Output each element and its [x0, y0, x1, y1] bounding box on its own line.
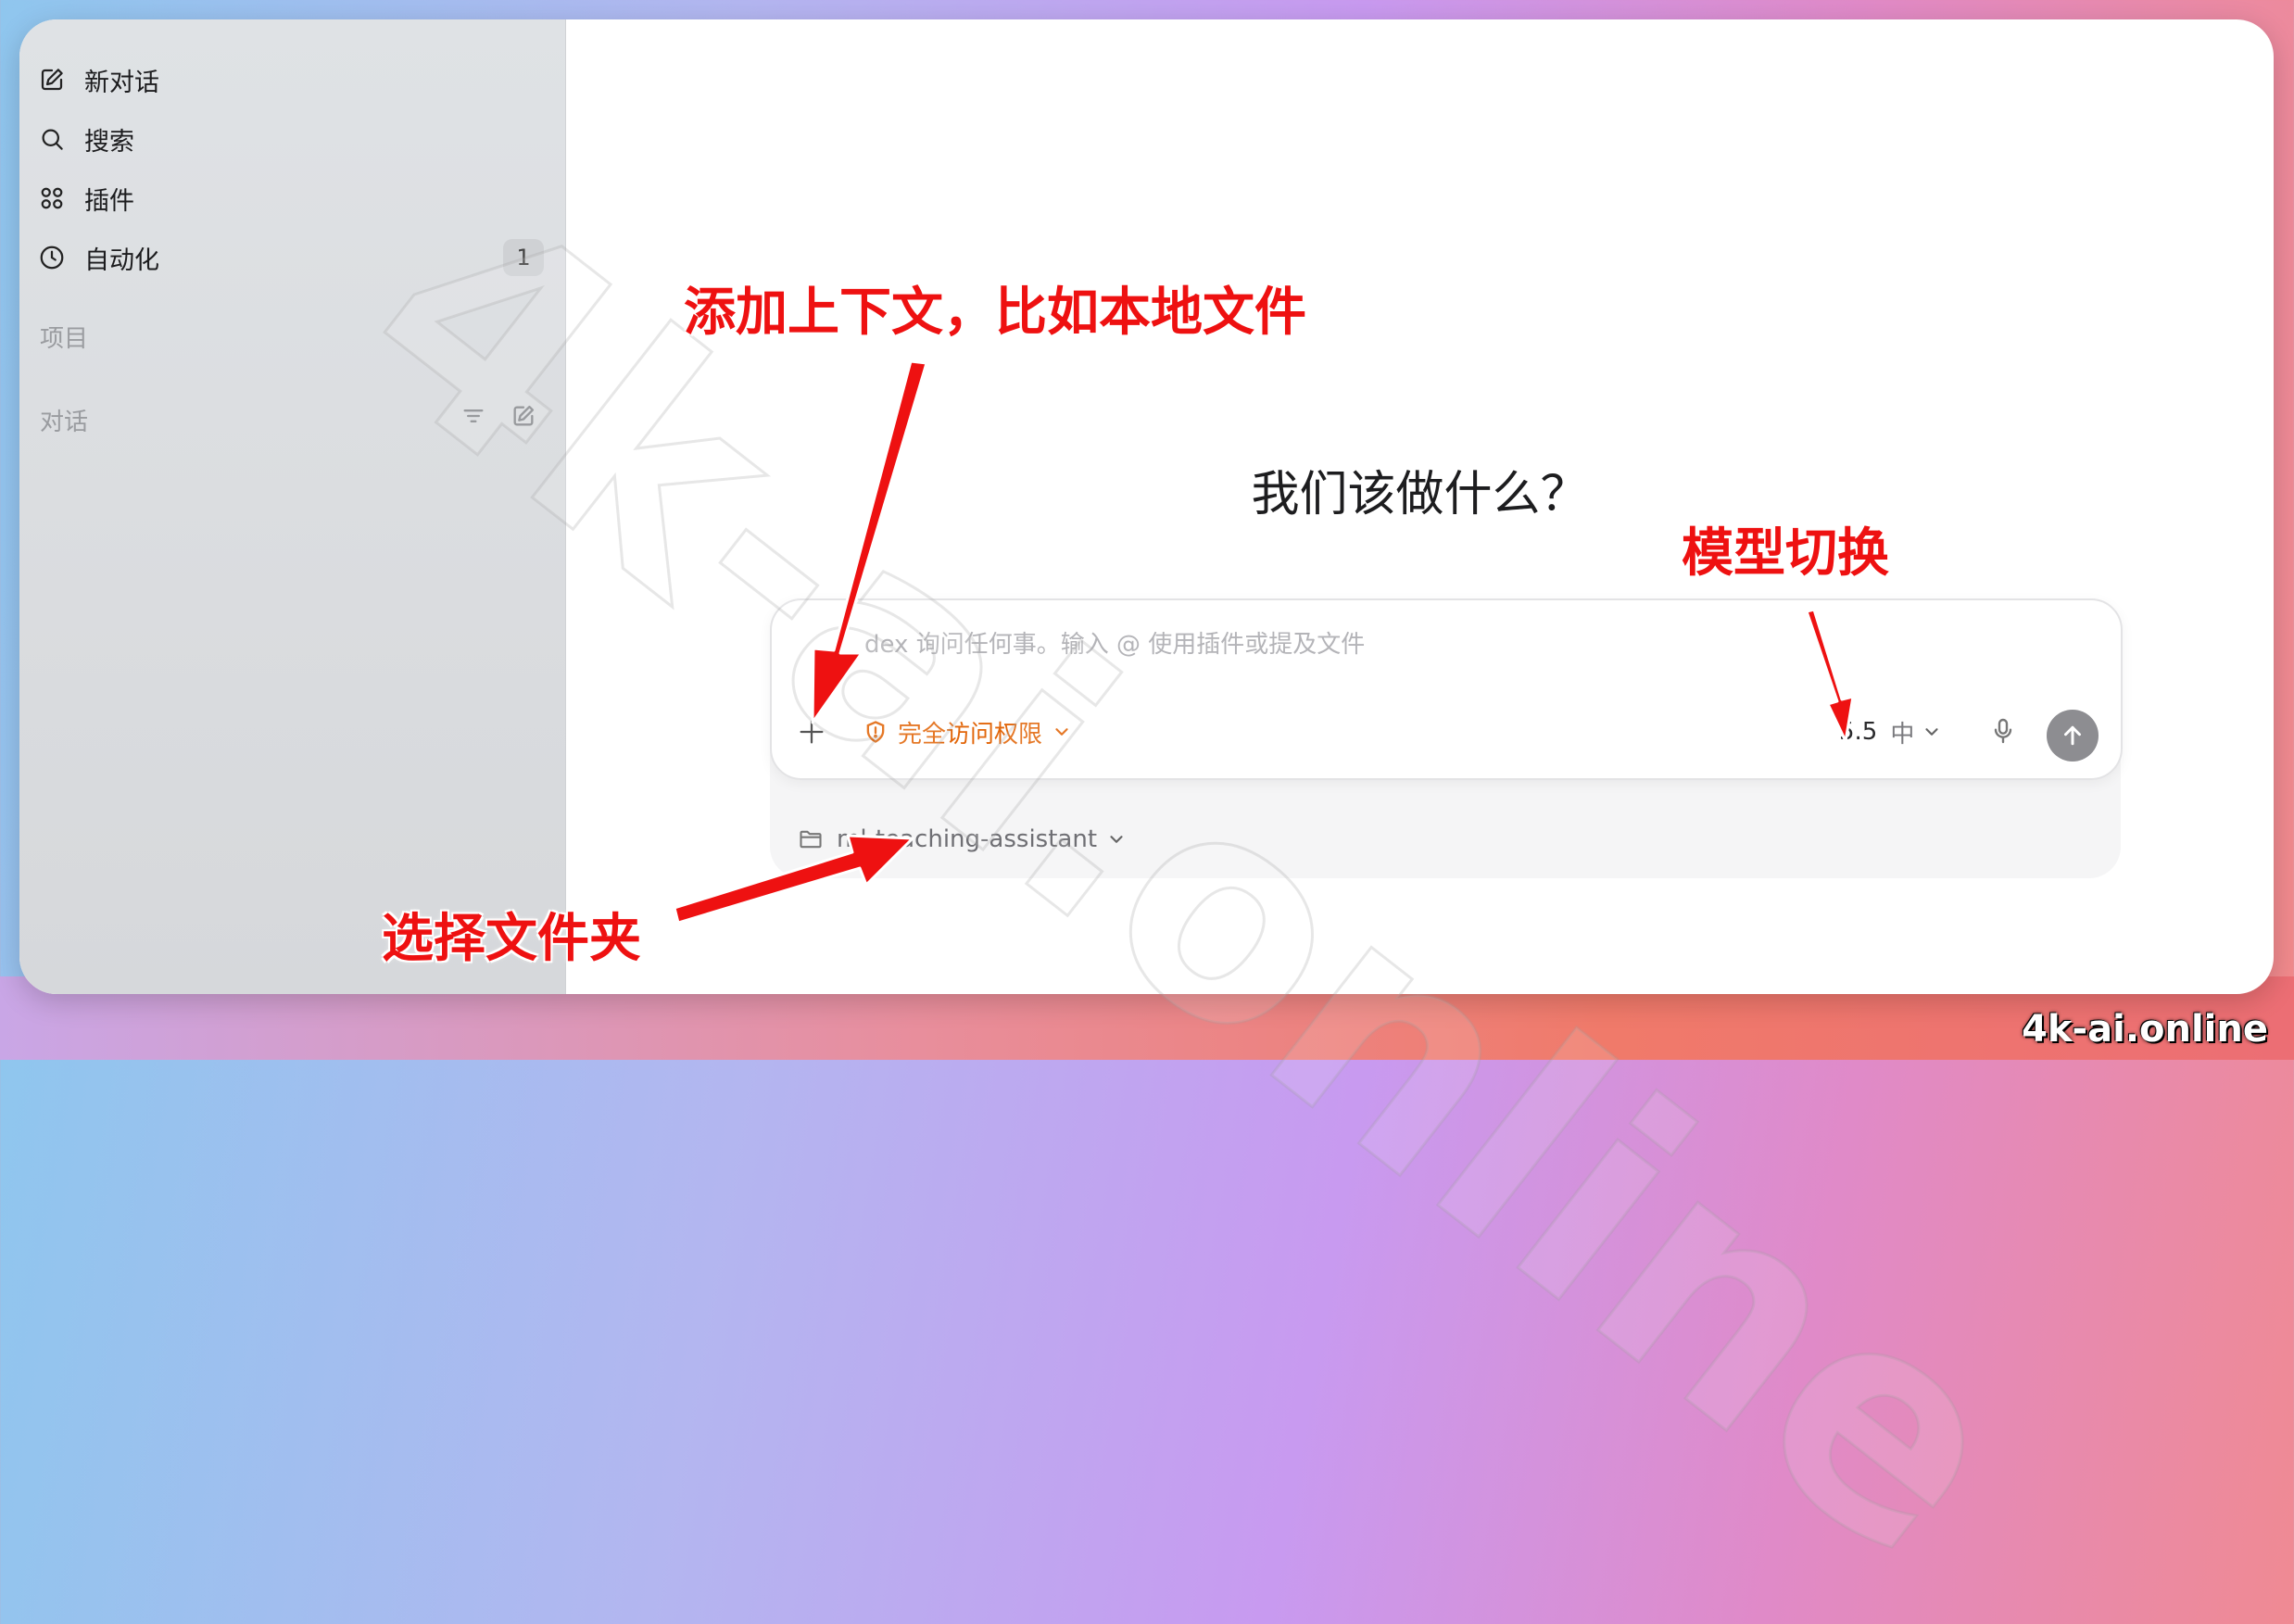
- add-context-icon[interactable]: [796, 716, 827, 748]
- conversations-section-label: 对话: [40, 409, 89, 436]
- composer[interactable]: dex 询问任何事。输入 @ 使用插件或提及文件 完全访问权限 5.5 中: [770, 598, 2123, 780]
- sidebar-item-label: 新对话: [84, 68, 159, 97]
- app-window: 新对话 搜索 插件 自动化 1 项目 对话 我们该做什么？ dex 询问任何事。…: [19, 19, 2274, 994]
- sidebar-item-automation[interactable]: 自动化 1: [38, 232, 557, 283]
- sidebar-item-label: 自动化: [84, 245, 159, 275]
- model-selector[interactable]: 5.5 中: [1839, 713, 1942, 750]
- folder-name: ml-teaching-assistant: [837, 825, 1098, 853]
- sidebar-item-new-chat[interactable]: 新对话: [38, 54, 557, 106]
- sidebar-item-search[interactable]: 搜索: [38, 113, 557, 165]
- access-label: 完全访问权限: [898, 720, 1043, 749]
- automation-count-badge: 1: [503, 239, 544, 276]
- clock-icon: [40, 245, 64, 270]
- folder-selector[interactable]: ml-teaching-assistant: [798, 821, 1140, 858]
- sidebar-item-label: 搜索: [84, 127, 134, 157]
- chevron-down-icon: [1925, 728, 1938, 736]
- arrow-up-icon: [2064, 725, 2081, 746]
- sidebar-item-label: 插件: [84, 186, 134, 216]
- corner-watermark: 4k-ai.online: [2022, 1008, 2268, 1051]
- model-version: 5.5: [1839, 718, 1878, 746]
- edit-icon: [41, 69, 63, 91]
- projects-section-label: 项目: [40, 325, 89, 353]
- microphone-icon[interactable]: [1988, 714, 2018, 748]
- folder-icon: [800, 830, 822, 849]
- chevron-down-icon: [1055, 728, 1068, 736]
- shield-warning-icon: [866, 721, 885, 743]
- annotation-select-folder: 选择文件夹: [382, 909, 641, 969]
- prompt-input[interactable]: dex 询问任何事。输入 @ 使用插件或提及文件: [864, 625, 1365, 660]
- plugins-icon: [41, 187, 63, 209]
- sidebar: 新对话 搜索 插件 自动化 1 项目 对话: [19, 19, 566, 994]
- sidebar-item-plugins[interactable]: 插件: [38, 172, 557, 224]
- new-conversation-icon[interactable]: [510, 403, 536, 429]
- search-icon: [42, 129, 63, 150]
- annotation-add-context: 添加上下文，比如本地文件: [684, 283, 1306, 343]
- send-button[interactable]: [2047, 710, 2099, 762]
- page-title: 我们该做什么？: [1251, 467, 1589, 522]
- filter-icon[interactable]: [460, 403, 486, 429]
- composer-container: dex 询问任何事。输入 @ 使用插件或提及文件 完全访问权限 5.5 中 ml…: [770, 598, 2123, 878]
- annotation-model-switch: 模型切换: [1682, 523, 1889, 584]
- chevron-down-icon: [1110, 836, 1123, 843]
- access-permission-dropdown[interactable]: 完全访问权限: [863, 713, 1072, 750]
- reasoning-level: 中: [1890, 720, 1915, 749]
- main-panel: 我们该做什么？ dex 询问任何事。输入 @ 使用插件或提及文件 完全访问权限 …: [566, 19, 2274, 994]
